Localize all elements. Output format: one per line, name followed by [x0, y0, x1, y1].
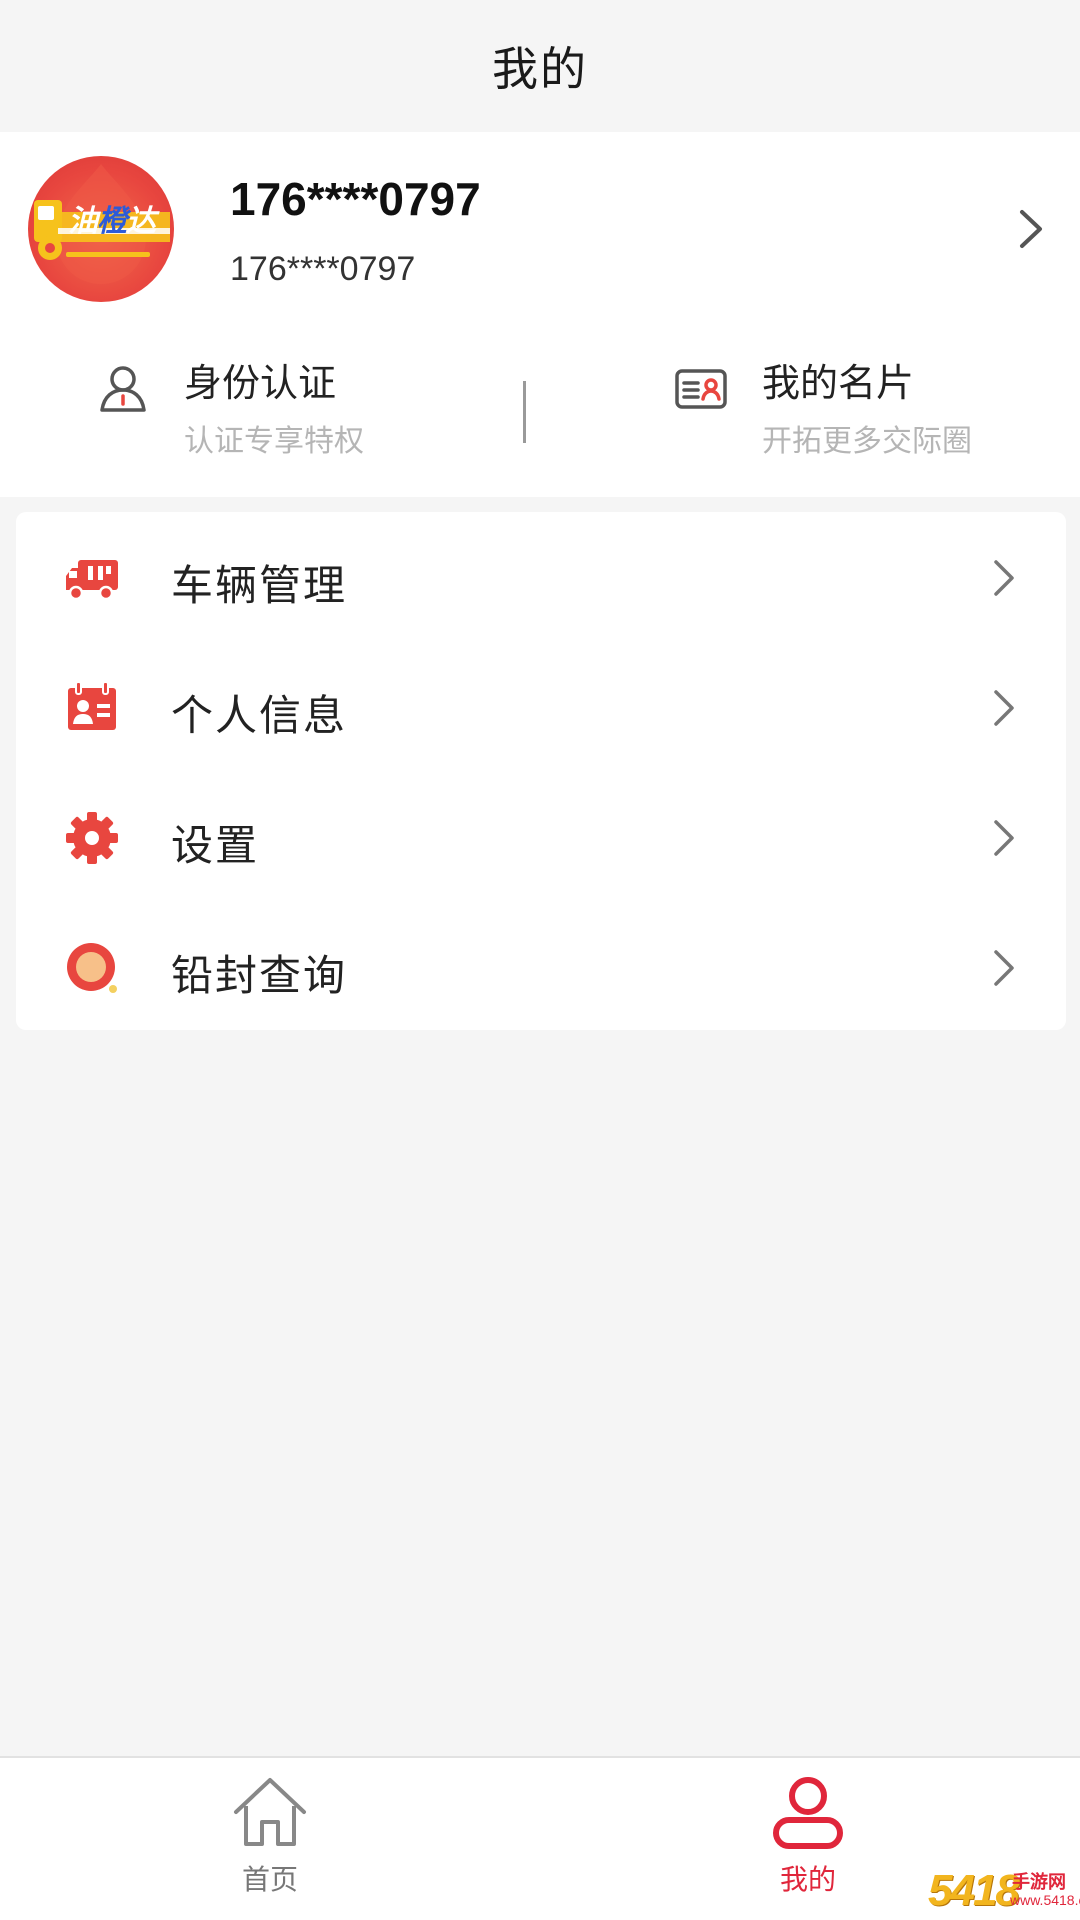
quick-link-subtitle: 开拓更多交际圈 [762, 424, 972, 459]
chevron-right-icon[interactable] [1010, 204, 1050, 254]
menu-item-vehicle-management[interactable]: 车辆管理 [16, 512, 1066, 642]
watermark-name: 手游网 [1012, 1872, 1066, 1893]
menu-item-label: 铅封查询 [171, 951, 348, 1000]
bottom-tab-bar: 首页 我的 [0, 1756, 1080, 1920]
user-verify-icon [100, 366, 146, 412]
tab-home[interactable]: 首页 [170, 1758, 370, 1920]
avatar-text-right: 达 [126, 204, 156, 239]
id-card-icon [68, 681, 116, 730]
business-card-icon [675, 369, 727, 409]
identity-verification-link[interactable]: 身份认证 认证专享特权 [96, 352, 516, 472]
menu-item-label: 个人信息 [171, 691, 348, 740]
avatar-text-mid: 橙 [97, 204, 127, 239]
screen: 我的 油橙达 176****0797 176****0797 身份认证 认证专享… [0, 0, 1080, 1920]
user-phone: 176****0797 [230, 250, 416, 288]
tab-label: 我的 [779, 1863, 836, 1896]
page-title: 我的 [492, 42, 588, 96]
profile-card: 油橙达 176****0797 176****0797 身份认证 认证专享特权 [0, 132, 1080, 497]
quick-link-title: 身份认证 [184, 361, 337, 405]
site-watermark: 5418 手游网 www.5418.com.cn [928, 1866, 1080, 1918]
watermark-domain: www.5418.com.cn [1010, 1892, 1080, 1908]
menu-item-seal-query[interactable]: 铅封查询 [16, 902, 1066, 1032]
tab-mine[interactable]: 我的 [708, 1758, 908, 1920]
menu-item-settings[interactable]: 设置 [16, 772, 1066, 902]
truck-icon [66, 560, 118, 601]
user-name[interactable]: 176****0797 [230, 172, 481, 226]
menu-item-label: 车辆管理 [171, 561, 348, 610]
quick-link-title: 我的名片 [762, 361, 915, 405]
home-icon [234, 1778, 306, 1846]
menu-card: 车辆管理 个人信息 设置 铅封查询 [16, 512, 1066, 1030]
seal-search-icon [67, 943, 117, 993]
chevron-right-icon [994, 560, 1014, 596]
chevron-right-icon [994, 950, 1014, 986]
menu-item-personal-info[interactable]: 个人信息 [16, 642, 1066, 772]
chevron-right-icon [994, 820, 1014, 856]
gear-icon [66, 812, 118, 864]
quick-links-divider [523, 381, 526, 443]
quick-link-subtitle: 认证专享特权 [184, 424, 364, 459]
chevron-right-icon [994, 690, 1014, 726]
top-bar: 我的 [0, 0, 1080, 132]
user-icon [773, 1777, 843, 1849]
tab-label: 首页 [241, 1863, 298, 1896]
avatar[interactable]: 油橙达 [28, 156, 174, 302]
avatar-text-left: 油 [68, 204, 98, 239]
menu-item-label: 设置 [171, 821, 260, 870]
watermark-number: 5418 [928, 1866, 1020, 1915]
avatar-brand-text: 油橙达 [68, 196, 156, 240]
business-card-link[interactable]: 我的名片 开拓更多交际圈 [674, 352, 1054, 472]
